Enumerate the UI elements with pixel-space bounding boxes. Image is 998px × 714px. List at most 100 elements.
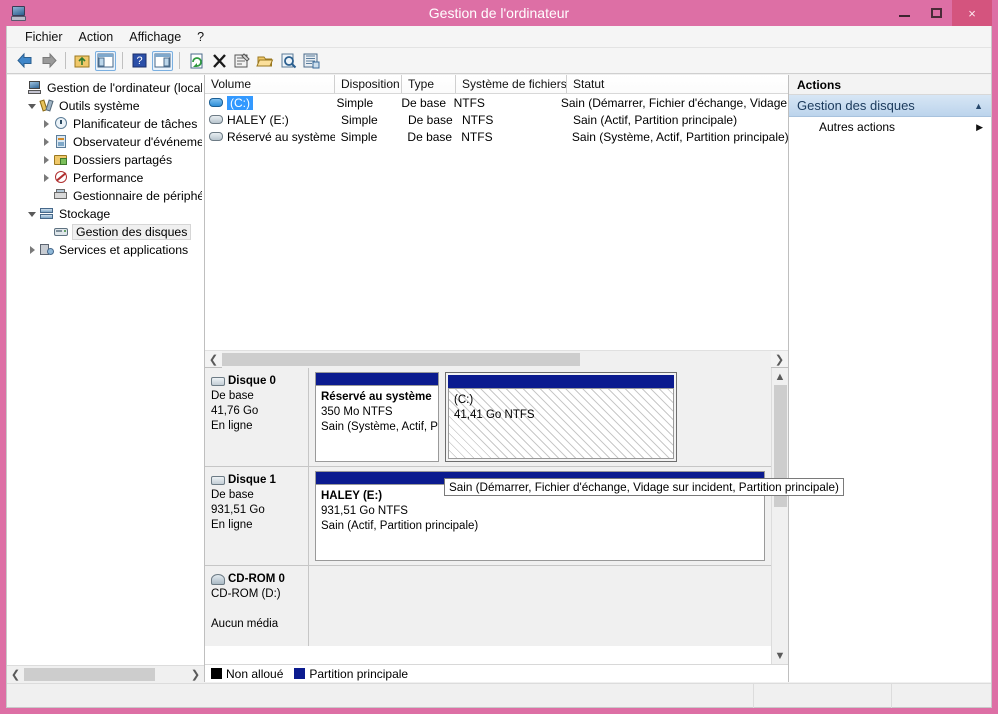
scroll-right-icon[interactable]: ❯ bbox=[187, 666, 204, 683]
disk-type: De base bbox=[211, 489, 254, 501]
expander-open-icon[interactable] bbox=[25, 211, 39, 217]
back-arrow-icon[interactable] bbox=[15, 51, 36, 71]
tree-item-services-applications[interactable]: Services et applications bbox=[7, 241, 204, 259]
tree-item-system-tools[interactable]: Outils système bbox=[7, 97, 204, 115]
svg-text:?: ? bbox=[136, 55, 142, 67]
legend-label: Partition principale bbox=[309, 666, 409, 681]
console-tree[interactable]: Gestion de l'ordinateur (local) Outils s… bbox=[7, 75, 204, 665]
close-button[interactable]: × bbox=[952, 0, 992, 26]
scroll-right-icon[interactable]: ❯ bbox=[771, 351, 788, 368]
disk-graphical-scroll-area[interactable]: Disque 0 De base 41,76 Go En ligne Réser… bbox=[205, 368, 771, 664]
menu-affichage[interactable]: Affichage bbox=[121, 28, 189, 46]
open-icon[interactable] bbox=[255, 51, 276, 71]
expander-closed-icon[interactable] bbox=[25, 246, 39, 254]
tree-item-label: Gestion des disques bbox=[72, 224, 192, 240]
table-row[interactable]: (C:) Simple De base NTFS Sain (Démarrer,… bbox=[205, 94, 788, 111]
tree-item-label: Dossiers partagés bbox=[73, 153, 173, 167]
scroll-track[interactable] bbox=[222, 350, 771, 368]
forward-arrow-icon[interactable] bbox=[38, 51, 59, 71]
cell-filesystem: NTFS bbox=[453, 95, 485, 110]
scroll-track[interactable] bbox=[772, 385, 789, 647]
expander-closed-icon[interactable] bbox=[39, 174, 53, 182]
column-header-type[interactable]: Type bbox=[402, 75, 456, 93]
chevron-up-icon[interactable]: ▲ bbox=[974, 101, 983, 111]
scroll-track[interactable] bbox=[24, 665, 187, 683]
tree-item-task-scheduler[interactable]: Planificateur de tâches bbox=[7, 115, 204, 133]
disk-info-panel[interactable]: Disque 1 De base 931,51 Go En ligne bbox=[205, 467, 309, 565]
search-icon[interactable] bbox=[278, 51, 299, 71]
action-item-autres-actions[interactable]: Autres actions ▶ bbox=[789, 117, 991, 137]
tree-item-label: Planificateur de tâches bbox=[73, 117, 198, 131]
menu-bar: Fichier Action Affichage ? bbox=[7, 26, 991, 48]
toolbar-separator bbox=[122, 52, 123, 69]
menu-fichier[interactable]: Fichier bbox=[17, 28, 71, 46]
scroll-left-icon[interactable]: ❮ bbox=[205, 351, 222, 368]
disk-info-panel[interactable]: CD-ROM 0 CD-ROM (D:) Aucun média bbox=[205, 566, 309, 646]
partition-size: 931,51 Go NTFS bbox=[321, 505, 408, 517]
disk-view-vertical-scrollbar[interactable]: ▲ ▼ bbox=[771, 368, 788, 664]
properties-icon[interactable] bbox=[232, 51, 253, 71]
help-icon[interactable]: ? bbox=[129, 51, 150, 71]
export-list-icon[interactable] bbox=[301, 51, 322, 71]
legend-item-unallocated: Non alloué bbox=[211, 667, 283, 681]
tools-icon bbox=[39, 99, 56, 113]
title-bar[interactable]: Gestion de l'ordinateur × bbox=[6, 0, 992, 26]
menu-action[interactable]: Action bbox=[71, 28, 122, 46]
maximize-button[interactable] bbox=[920, 0, 952, 26]
scroll-up-icon[interactable]: ▲ bbox=[772, 368, 789, 385]
menu-help[interactable]: ? bbox=[189, 28, 212, 46]
partition-color-bar bbox=[448, 375, 674, 388]
disk-partitions: Réservé au système 350 Mo NTFS Sain (Sys… bbox=[309, 368, 771, 466]
disk-management-icon bbox=[53, 225, 70, 239]
tree-horizontal-scrollbar[interactable]: ❮ ❯ bbox=[7, 665, 204, 683]
tree-item-disk-management[interactable]: Gestion des disques bbox=[7, 223, 204, 241]
application-window: Gestion de l'ordinateur × Fichier Action… bbox=[0, 0, 998, 714]
partition-system-reserved[interactable]: Réservé au système 350 Mo NTFS Sain (Sys… bbox=[315, 372, 439, 462]
table-row[interactable]: HALEY (E:) Simple De base NTFS Sain (Act… bbox=[205, 111, 788, 128]
tree-item-event-viewer[interactable]: Observateur d'événements bbox=[7, 133, 204, 151]
scroll-thumb[interactable] bbox=[222, 352, 580, 366]
tree-item-computer-management[interactable]: Gestion de l'ordinateur (local) bbox=[7, 79, 204, 97]
disk-title: Disque 0 bbox=[211, 374, 302, 389]
tree-item-device-manager[interactable]: Gestionnaire de périphériques bbox=[7, 187, 204, 205]
delete-icon[interactable] bbox=[209, 51, 230, 71]
cell-type: De base bbox=[401, 95, 447, 110]
actions-group-label: Gestion des disques bbox=[797, 98, 915, 113]
scroll-down-icon[interactable]: ▼ bbox=[772, 647, 789, 664]
disk-partitions bbox=[309, 566, 771, 646]
column-header-disposition[interactable]: Disposition bbox=[335, 75, 402, 93]
up-folder-icon[interactable] bbox=[72, 51, 93, 71]
chevron-right-icon[interactable]: ▶ bbox=[976, 122, 983, 133]
cell-type: De base bbox=[407, 129, 453, 144]
minimize-button[interactable] bbox=[888, 0, 920, 26]
tree-item-storage[interactable]: Stockage bbox=[7, 205, 204, 223]
show-console-tree-icon[interactable] bbox=[95, 50, 116, 71]
disk-icon bbox=[211, 377, 225, 386]
volume-list-horizontal-scrollbar[interactable]: ❮ ❯ bbox=[205, 350, 788, 368]
table-row[interactable]: Réservé au système Simple De base NTFS S… bbox=[205, 128, 788, 145]
expander-closed-icon[interactable] bbox=[39, 156, 53, 164]
scroll-left-icon[interactable]: ❮ bbox=[7, 666, 24, 683]
disk-row[interactable]: Disque 0 De base 41,76 Go En ligne Réser… bbox=[205, 368, 771, 467]
volume-icon bbox=[209, 132, 223, 141]
column-header-volume[interactable]: Volume bbox=[205, 75, 335, 93]
actions-group-disk-management[interactable]: Gestion des disques ▲ bbox=[789, 95, 991, 117]
partition-c[interactable]: (C:) 41,41 Go NTFS bbox=[445, 372, 677, 462]
cell-disposition: Simple bbox=[340, 129, 378, 144]
column-header-filesystem[interactable]: Système de fichiers bbox=[456, 75, 567, 93]
tree-item-performance[interactable]: Performance bbox=[7, 169, 204, 187]
toolbar-separator bbox=[179, 52, 180, 69]
expander-closed-icon[interactable] bbox=[39, 138, 53, 146]
refresh-icon[interactable] bbox=[186, 51, 207, 71]
status-bar bbox=[7, 683, 991, 708]
disk-row[interactable]: CD-ROM 0 CD-ROM (D:) Aucun média bbox=[205, 566, 771, 646]
tree-item-shared-folders[interactable]: Dossiers partagés bbox=[7, 151, 204, 169]
column-header-statut[interactable]: Statut bbox=[567, 75, 788, 93]
disk-info-panel[interactable]: Disque 0 De base 41,76 Go En ligne bbox=[205, 368, 309, 466]
status-segment bbox=[891, 684, 991, 708]
scroll-thumb[interactable] bbox=[24, 667, 155, 681]
show-action-pane-icon[interactable] bbox=[152, 50, 173, 71]
expander-open-icon[interactable] bbox=[25, 103, 39, 109]
volume-list-body[interactable]: (C:) Simple De base NTFS Sain (Démarrer,… bbox=[205, 94, 788, 350]
expander-closed-icon[interactable] bbox=[39, 120, 53, 128]
